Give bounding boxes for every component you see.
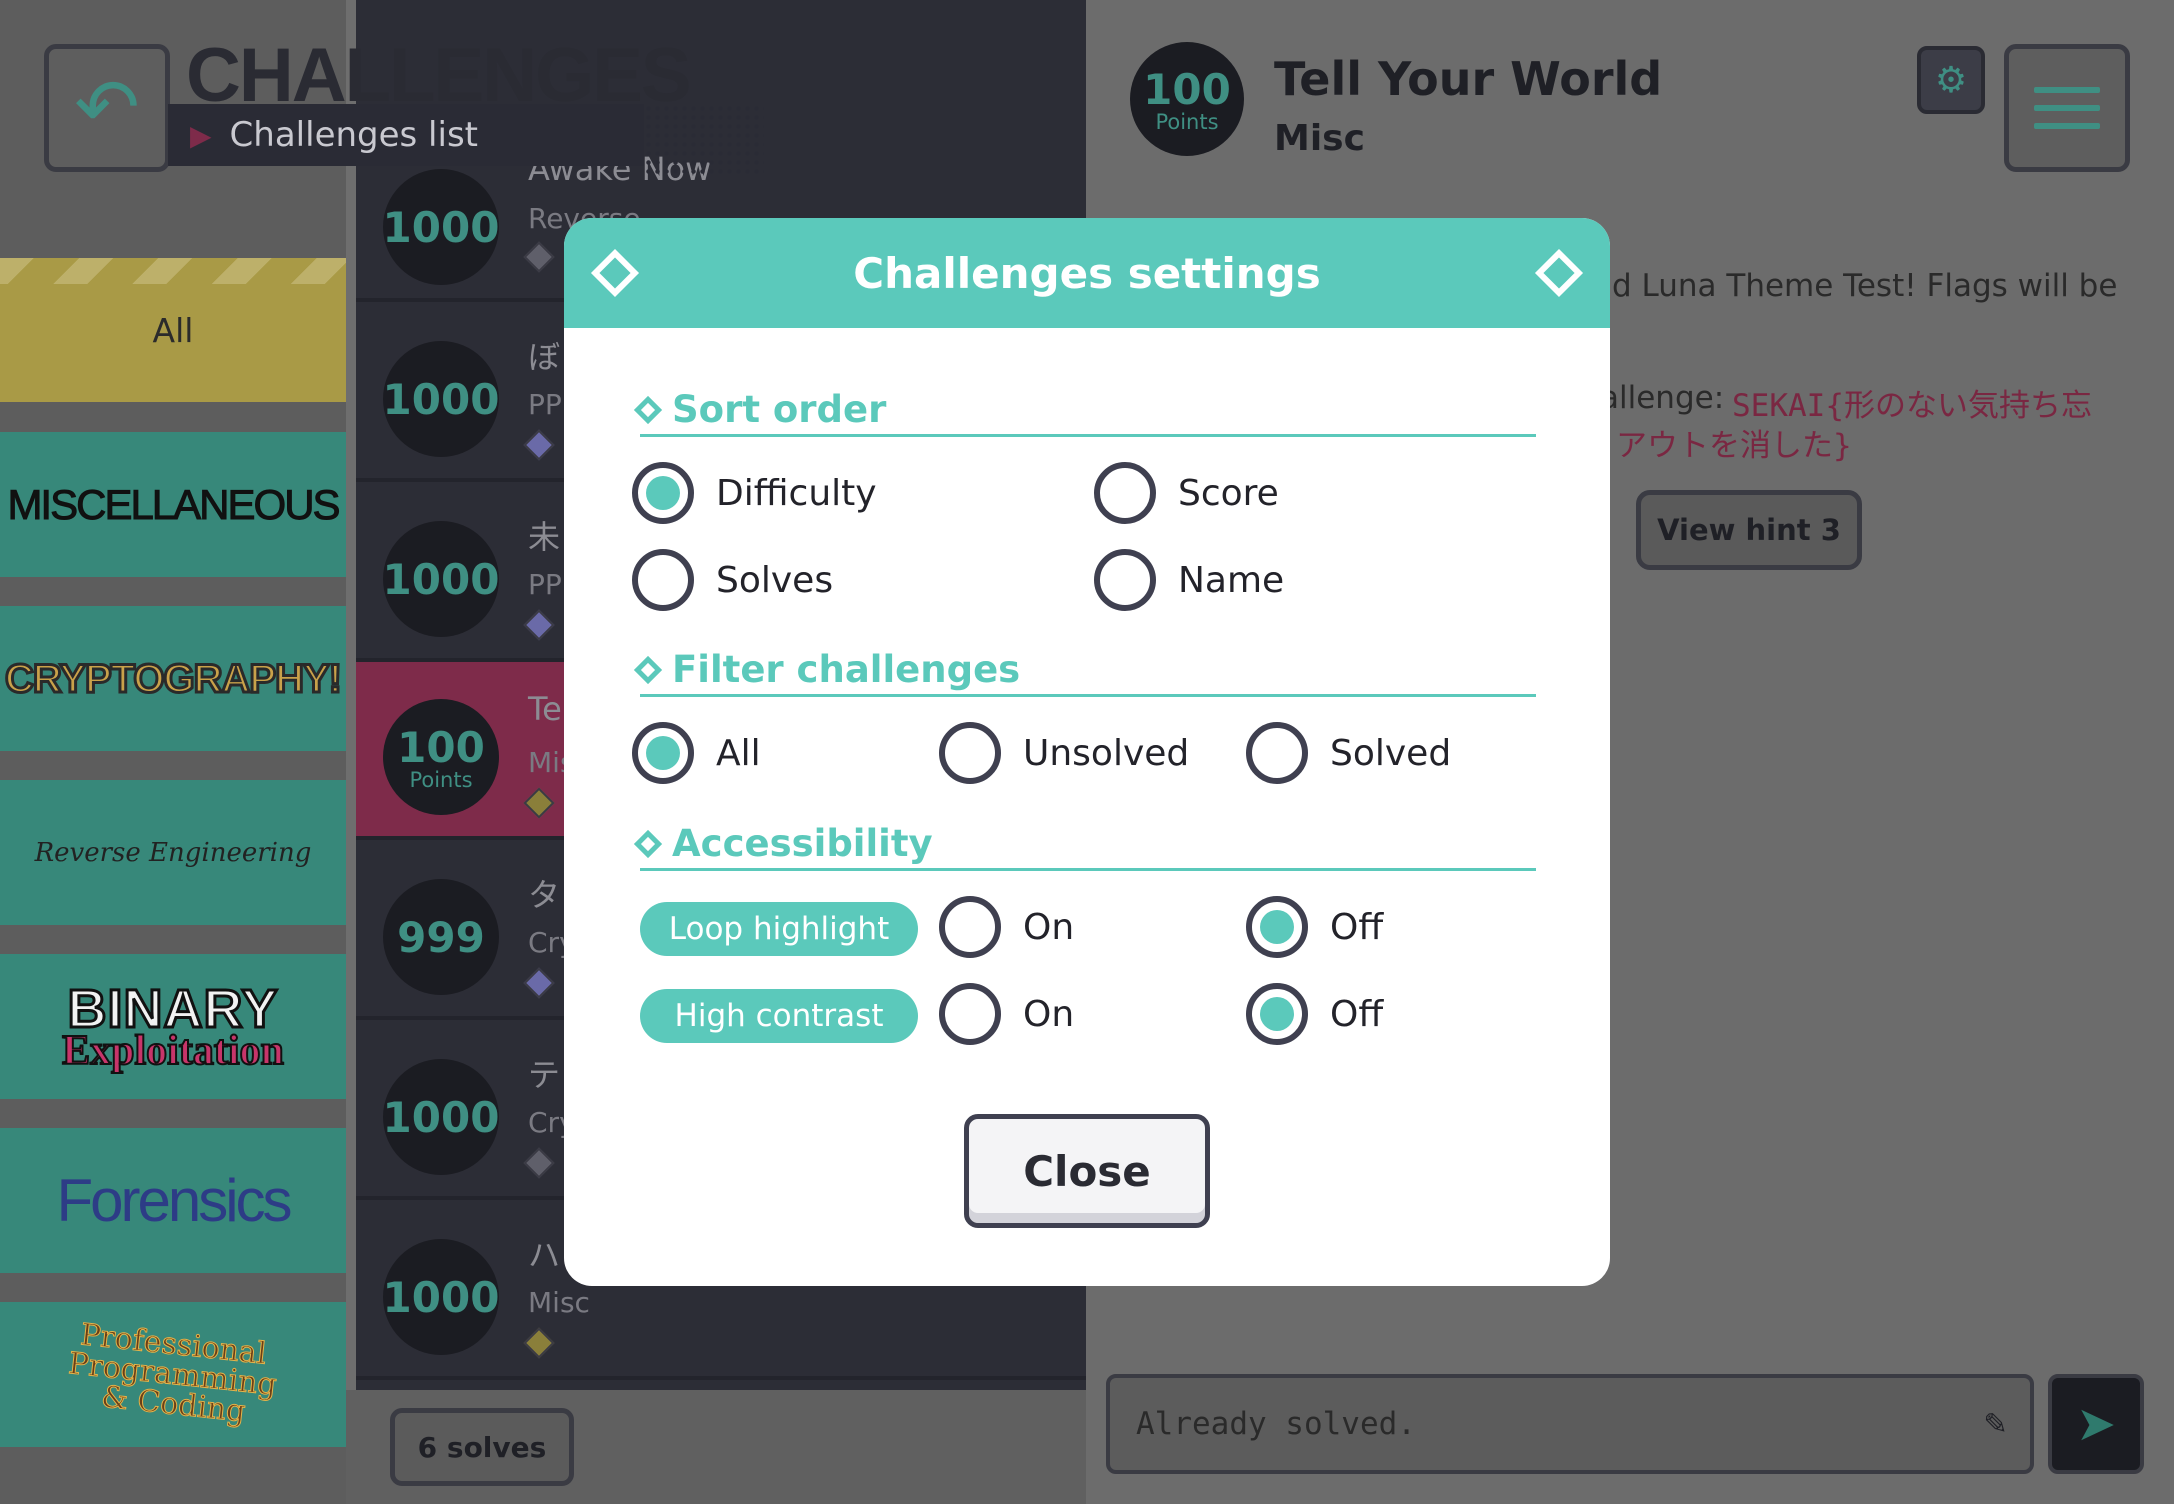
sort-option-difficulty[interactable]: Difficulty (632, 462, 877, 524)
sort-section-title: Sort order (633, 388, 887, 431)
sort-option-score[interactable]: Score (1094, 462, 1279, 524)
filter-section-label: Filter challenges (672, 648, 1021, 691)
loop-highlight-on[interactable]: On (939, 896, 1074, 958)
filter-option-label: Solved (1330, 732, 1452, 774)
filter-option-solved[interactable]: Solved (1246, 722, 1451, 784)
section-divider (640, 434, 1536, 437)
radio-unchecked-icon (1094, 462, 1156, 524)
loop-highlight-off[interactable]: Off (1246, 896, 1383, 958)
loop-highlight-label: Loop highlight (640, 902, 918, 956)
modal-header: Challenges settings (564, 218, 1610, 328)
diamond-icon (633, 395, 663, 424)
diamond-icon (1534, 248, 1584, 298)
diamond-icon (590, 248, 640, 298)
filter-section-title: Filter challenges (633, 648, 1021, 691)
radio-unchecked-icon (1246, 722, 1308, 784)
radio-unchecked-icon (939, 983, 1001, 1045)
sort-option-solves[interactable]: Solves (632, 549, 833, 611)
radio-unchecked-icon (1094, 549, 1156, 611)
option-label: Off (1330, 993, 1384, 1035)
modal-title: Challenges settings (853, 248, 1321, 298)
section-divider (640, 694, 1536, 697)
filter-option-all[interactable]: All (632, 722, 761, 784)
option-label: On (1023, 906, 1075, 948)
radio-checked-icon (632, 462, 694, 524)
section-divider (640, 868, 1536, 871)
accessibility-section-title: Accessibility (633, 822, 933, 865)
radio-checked-icon (632, 722, 694, 784)
high-contrast-label: High contrast (640, 989, 918, 1043)
sort-option-name[interactable]: Name (1094, 549, 1284, 611)
high-contrast-off[interactable]: Off (1246, 983, 1383, 1045)
settings-modal: Challenges settings Sort order Difficult… (564, 218, 1610, 1286)
radio-checked-icon (1246, 983, 1308, 1045)
option-label: On (1023, 993, 1075, 1035)
radio-unchecked-icon (939, 722, 1001, 784)
filter-option-unsolved[interactable]: Unsolved (939, 722, 1189, 784)
sort-option-label: Difficulty (716, 472, 877, 514)
option-label: Off (1330, 906, 1384, 948)
close-button[interactable]: Close (964, 1114, 1210, 1228)
radio-checked-icon (1246, 896, 1308, 958)
radio-unchecked-icon (632, 549, 694, 611)
accessibility-section-label: Accessibility (672, 822, 933, 865)
sort-option-label: Score (1178, 472, 1279, 514)
radio-unchecked-icon (939, 896, 1001, 958)
sort-section-label: Sort order (672, 388, 887, 431)
filter-option-label: All (716, 732, 761, 774)
diamond-icon (633, 829, 663, 858)
diamond-icon (633, 655, 663, 684)
sort-option-label: Solves (716, 559, 834, 601)
high-contrast-on[interactable]: On (939, 983, 1074, 1045)
modal-overlay[interactable]: Challenges settings Sort order Difficult… (0, 0, 2174, 1504)
sort-option-label: Name (1178, 559, 1285, 601)
filter-option-label: Unsolved (1023, 732, 1190, 774)
